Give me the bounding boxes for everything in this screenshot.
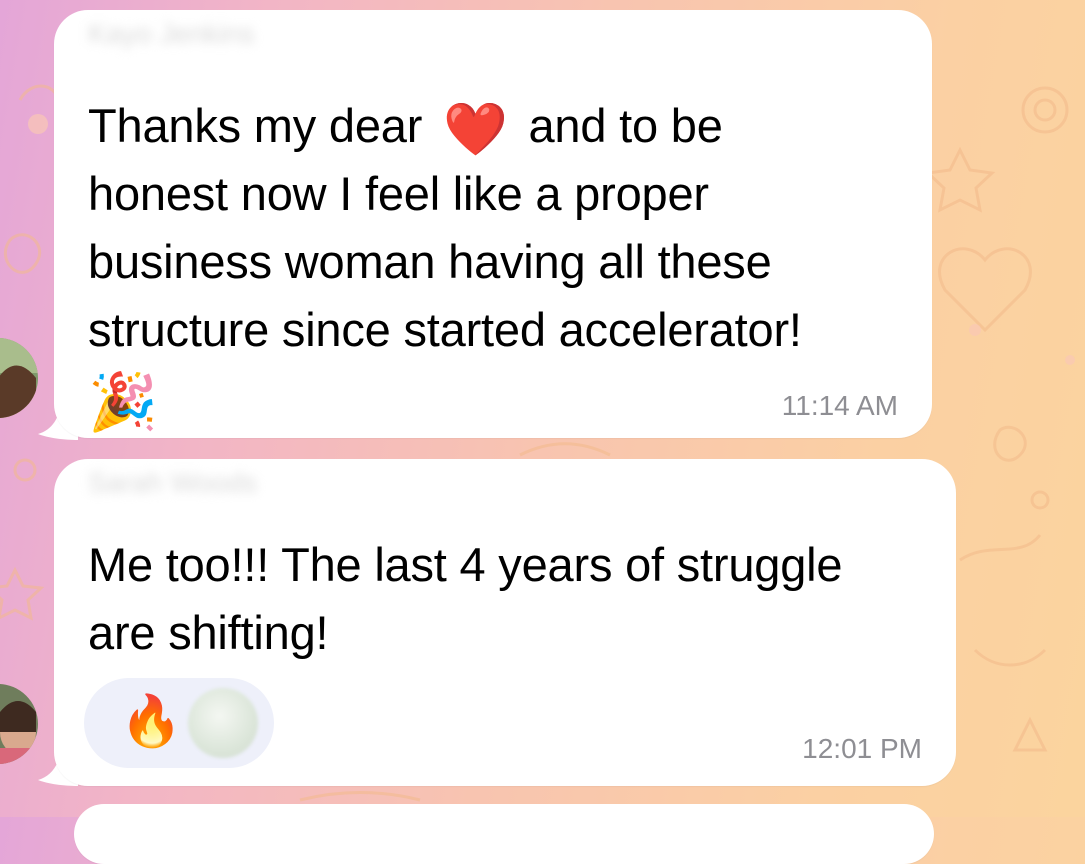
reaction-avatar (188, 688, 258, 758)
reaction-pill[interactable]: 🔥 (84, 678, 274, 768)
message-bubble[interactable] (74, 804, 934, 864)
message-line: Me too!!! The last 4 years of struggle (88, 538, 843, 591)
message-line: Thanks my dear ❤️ and to be (88, 99, 723, 159)
message-line: structure since started accelerator! (88, 303, 802, 356)
message-bubble[interactable]: Kayo Jenkins Thanks my dear ❤️ and to be… (54, 10, 932, 438)
sender-name: Kayo Jenkins (88, 18, 255, 49)
message-line: 🎉 (88, 364, 802, 433)
fire-emoji-icon: 🔥 (120, 693, 183, 749)
message-line: business woman having all these (88, 235, 772, 288)
message-line: honest now I feel like a proper (88, 167, 709, 220)
party-popper-emoji-icon: 🎉 (88, 369, 158, 433)
message-text: Thanks my dear ❤️ and to be honest now I… (88, 92, 802, 433)
message-line: are shifting! (88, 606, 329, 659)
message-bubble[interactable]: Sarah Woods Me too!!! The last 4 years o… (54, 459, 956, 786)
message-text: Me too!!! The last 4 years of struggle a… (88, 531, 843, 667)
message-timestamp: 12:01 PM (802, 733, 922, 764)
heart-emoji-icon: ❤️ (443, 100, 508, 159)
message-timestamp: 11:14 AM (781, 390, 898, 421)
sender-name: Sarah Woods (88, 467, 258, 498)
